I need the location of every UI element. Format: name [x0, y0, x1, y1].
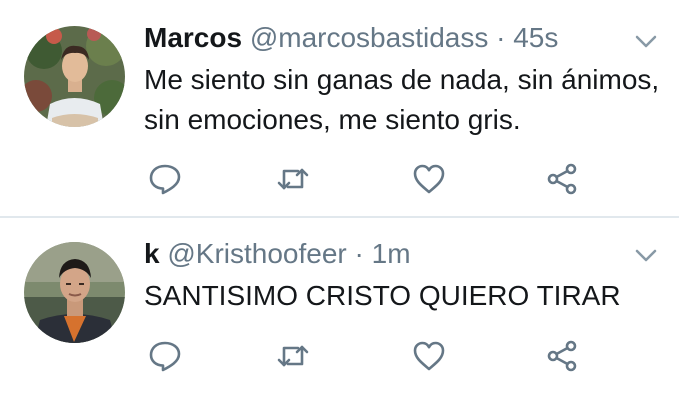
reply-icon[interactable] — [148, 339, 182, 373]
tweet-header: k @Kristhoofeer · 1m — [144, 238, 411, 270]
tweet-text: Me siento sin ganas de nada, sin ánimos,… — [144, 64, 660, 135]
timestamp[interactable]: 45s — [513, 22, 558, 53]
reply-icon[interactable] — [148, 162, 182, 196]
tweet-text: SANTISIMO CRISTO QUIERO TIRAR — [144, 280, 621, 311]
timestamp[interactable]: 1m — [372, 238, 411, 269]
share-icon[interactable] — [545, 339, 579, 373]
retweet-icon[interactable] — [276, 162, 310, 196]
avatar[interactable] — [24, 242, 125, 343]
user-handle[interactable]: @Kristhoofeer — [167, 238, 346, 269]
tweet-header: Marcos @marcosbastidass · 45s — [144, 22, 558, 54]
separator: · — [496, 22, 506, 53]
chevron-down-icon[interactable] — [634, 248, 658, 264]
user-name[interactable]: k — [144, 238, 160, 269]
separator: · — [354, 238, 364, 269]
tweet[interactable]: k @Kristhoofeer · 1m SANTISIMO CRISTO QU… — [0, 218, 679, 402]
avatar[interactable] — [24, 26, 125, 127]
retweet-icon[interactable] — [276, 339, 310, 373]
user-handle[interactable]: @marcosbastidass — [250, 22, 489, 53]
chevron-down-icon[interactable] — [634, 34, 658, 50]
tweet[interactable]: Marcos @marcosbastidass · 45s Me siento … — [0, 0, 679, 216]
user-name[interactable]: Marcos — [144, 22, 242, 53]
like-icon[interactable] — [412, 162, 446, 196]
share-icon[interactable] — [545, 162, 579, 196]
like-icon[interactable] — [412, 339, 446, 373]
